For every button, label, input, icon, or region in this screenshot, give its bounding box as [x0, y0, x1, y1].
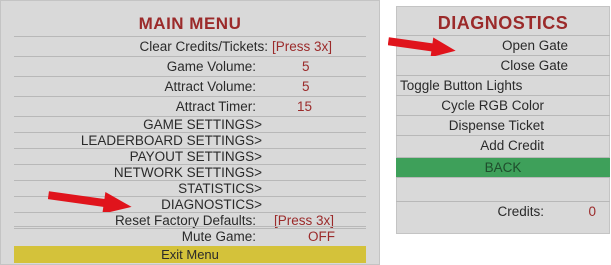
menu-item-label: GAME SETTINGS>	[143, 117, 262, 132]
diag-item-cycle-rgb-color[interactable]: Cycle RGB Color	[396, 95, 610, 115]
diag-credits-row: Credits: 0	[396, 201, 610, 221]
diagnostics-title: DIAGNOSTICS	[437, 13, 569, 33]
menu-item-payout-settings[interactable]: PAYOUT SETTINGS>	[14, 148, 366, 164]
credits-value: 0	[588, 204, 596, 219]
menu-item-label: Attract Timer:	[175, 99, 256, 114]
diag-item-empty	[396, 177, 610, 197]
menu-item-attract-timer[interactable]: Attract Timer: 15	[14, 96, 366, 116]
menu-item-label: DIAGNOSTICS>	[161, 197, 262, 212]
diag-item-label: Add Credit	[480, 138, 544, 153]
diag-item-label: Dispense Ticket	[448, 118, 544, 133]
menu-item-label: LEADERBOARD SETTINGS>	[80, 133, 262, 148]
diag-item-label: Toggle Button Lights	[400, 78, 523, 93]
menu-item-value: 5	[302, 79, 310, 94]
menu-item-label: Clear Credits/Tickets:	[139, 39, 268, 54]
menu-item-attract-volume[interactable]: Attract Volume: 5	[14, 76, 366, 96]
menu-item-label: Game Volume:	[166, 59, 256, 74]
menu-item-clear-credits[interactable]: Clear Credits/Tickets: [Press 3x]	[14, 36, 366, 56]
menu-item-label: Attract Volume:	[164, 79, 256, 94]
menu-item-label: Mute Game:	[181, 229, 256, 244]
diag-item-label: Cycle RGB Color	[441, 98, 544, 113]
diag-item-label: Open Gate	[501, 38, 568, 53]
diag-item-dispense-ticket[interactable]: Dispense Ticket	[396, 115, 610, 135]
diag-item-add-credit[interactable]: Add Credit	[396, 135, 610, 155]
menu-item-value: [Press 3x]	[272, 39, 333, 54]
menu-item-label: Exit Menu	[161, 247, 219, 262]
menu-item-label: PAYOUT SETTINGS>	[129, 149, 262, 164]
main-menu-title: MAIN MENU	[138, 14, 242, 33]
menu-item-value: 5	[302, 59, 310, 74]
divider	[14, 226, 366, 227]
diag-item-label: Close Gate	[500, 58, 568, 73]
menu-item-mute-game[interactable]: Mute Game: OFF	[14, 228, 366, 244]
credits-label: Credits:	[497, 204, 544, 219]
menu-item-value: OFF	[308, 229, 335, 244]
diag-item-label: BACK	[484, 160, 522, 175]
menu-item-leaderboard-settings[interactable]: LEADERBOARD SETTINGS>	[14, 132, 366, 148]
menu-item-game-settings[interactable]: GAME SETTINGS>	[14, 116, 366, 132]
menu-item-network-settings[interactable]: NETWORK SETTINGS>	[14, 164, 366, 180]
arrow-right-icon	[388, 37, 456, 56]
arrow-right-icon	[48, 191, 132, 212]
diag-item-close-gate[interactable]: Close Gate	[396, 55, 610, 75]
menu-item-label: NETWORK SETTINGS>	[113, 165, 262, 180]
menu-item-label: STATISTICS>	[178, 181, 262, 196]
menu-item-value: 15	[297, 99, 313, 114]
menu-item-game-volume[interactable]: Game Volume: 5	[14, 56, 366, 76]
diag-item-toggle-button-lights[interactable]: Toggle Button Lights	[396, 75, 610, 95]
diag-item-back[interactable]: BACK	[396, 157, 610, 177]
menu-item-exit[interactable]: Exit Menu	[14, 246, 366, 263]
